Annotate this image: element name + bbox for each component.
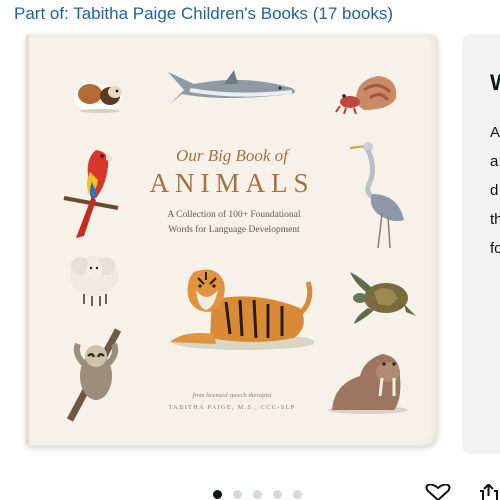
book-cover-image[interactable]: Our Big Book of ANIMALS A Collection of … [26, 34, 438, 446]
heart-icon[interactable] [425, 484, 451, 500]
hermit-crab-illustration [335, 76, 397, 114]
carousel-dot[interactable] [233, 490, 242, 499]
side-panel-line: a [490, 153, 499, 170]
cover-subtitle-line2: Words for Language Development [168, 225, 300, 235]
series-link[interactable]: Part of: Tabitha Paige Children's Books … [14, 4, 393, 24]
cover-subtitle-line1: A Collection of 100+ Foundational [167, 210, 301, 220]
carousel-dot[interactable] [293, 490, 302, 499]
side-panel-text: A a d th fo [490, 118, 500, 263]
cover-title-line1: Our Big Book of [176, 146, 288, 165]
side-panel-line: th [490, 211, 500, 228]
side-panel-line: d [490, 182, 499, 199]
carousel-dot[interactable] [253, 490, 262, 499]
cover-subtitle: A Collection of 100+ Foundational Words … [116, 208, 352, 238]
walrus-illustration [328, 354, 408, 414]
sea-turtle-illustration [350, 272, 416, 324]
side-panel-line: A [490, 124, 500, 141]
guinea-pig-illustration [74, 84, 122, 113]
cover-title-line2: ANIMALS [149, 168, 315, 198]
cover-spine [26, 34, 31, 446]
share-icon[interactable] [477, 484, 500, 500]
shark-illustration [168, 70, 295, 104]
carousel-dot[interactable] [273, 490, 282, 499]
side-panel-heading: W [490, 70, 500, 96]
sheep-illustration [70, 256, 118, 306]
cover-credit: from licensed speech therapist [192, 392, 272, 399]
cover-author: TABITHA PAIGE, M.S., CCC-SLP [168, 404, 296, 411]
side-panel-line: fo [490, 240, 500, 257]
tiger-illustration [170, 269, 314, 350]
carousel-dot[interactable] [213, 490, 222, 499]
